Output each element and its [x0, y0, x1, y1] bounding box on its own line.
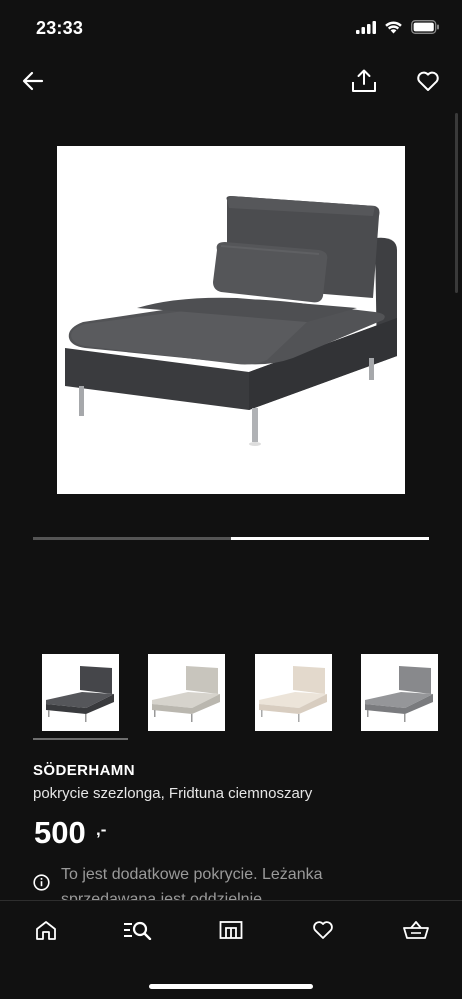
- chaise-longue-image: [65, 196, 397, 446]
- home-icon: [36, 921, 56, 940]
- heart-icon: [417, 71, 439, 91]
- share-button[interactable]: [346, 63, 382, 99]
- wifi-icon: [385, 21, 402, 34]
- chaise-thumbnail-light-beige: [152, 666, 220, 722]
- variant-thumbnail-dark-grey[interactable]: [42, 654, 119, 731]
- search-list-icon: [124, 921, 152, 940]
- selected-variant-indicator: [33, 738, 128, 740]
- product-name: SÖDERHAMN: [33, 762, 135, 779]
- chaise-thumbnail-cream: [259, 666, 327, 722]
- favourite-button[interactable]: [410, 63, 446, 99]
- chaise-thumbnail-medium-grey: [365, 666, 433, 722]
- tab-home[interactable]: [26, 915, 66, 945]
- home-indicator[interactable]: [149, 984, 313, 989]
- product-image[interactable]: [57, 146, 405, 494]
- status-bar: 23:33: [0, 0, 462, 58]
- status-icons: [356, 20, 440, 34]
- info-icon: [33, 874, 50, 891]
- store-icon: [219, 921, 243, 939]
- tab-basket[interactable]: [396, 915, 436, 945]
- back-button[interactable]: [15, 63, 51, 99]
- status-time: 23:33: [36, 18, 84, 38]
- gallery-progress-fill: [231, 537, 429, 540]
- scroll-indicator: [455, 113, 458, 293]
- gallery-progress: [33, 537, 429, 540]
- variant-thumbnail-light-beige[interactable]: [148, 654, 225, 731]
- share-icon: [352, 69, 376, 92]
- heart-icon: [313, 921, 333, 939]
- back-arrow-icon: [22, 71, 44, 91]
- battery-icon: [411, 20, 439, 34]
- signal-icon: [356, 20, 376, 34]
- tab-favourites[interactable]: [303, 915, 343, 945]
- product-price: 500: [34, 815, 86, 850]
- variant-thumbnail-cream[interactable]: [255, 654, 332, 731]
- basket-icon: [403, 921, 429, 939]
- product-description: pokrycie szezlonga, Fridtuna ciemnoszary: [33, 785, 313, 802]
- color-variants: [42, 654, 442, 734]
- product-notice: To jest dodatkowe pokrycie. Leżanka sprz…: [33, 860, 433, 900]
- tab-search[interactable]: [118, 915, 158, 945]
- price-suffix: ,-: [96, 820, 107, 839]
- top-nav: [0, 58, 462, 106]
- notice-text: To jest dodatkowe pokrycie. Leżanka sprz…: [61, 866, 323, 900]
- tab-stores[interactable]: [211, 915, 251, 945]
- chaise-thumbnail-dark-grey: [46, 666, 114, 722]
- variant-thumbnail-medium-grey[interactable]: [361, 654, 438, 731]
